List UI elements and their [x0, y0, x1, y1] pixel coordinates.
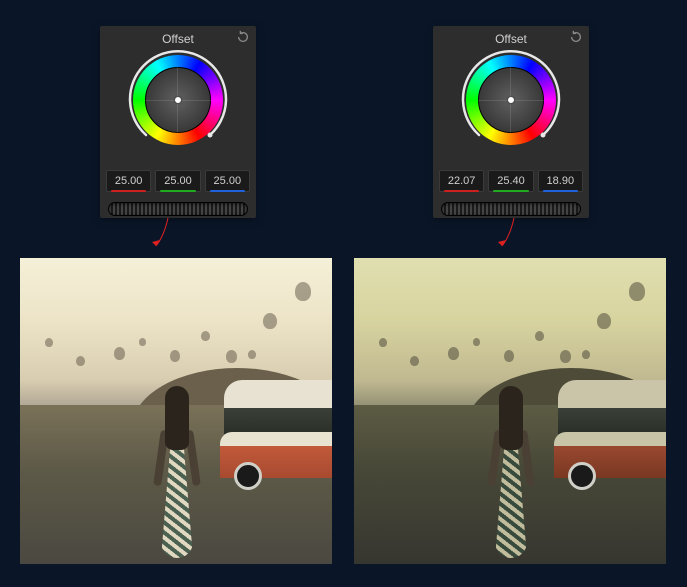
green-value: 25.00 [164, 175, 192, 187]
arrow-icon [138, 218, 178, 250]
green-value-input[interactable]: 25.00 [155, 170, 200, 192]
panel-title: Offset [162, 32, 194, 46]
red-value: 22.07 [448, 175, 476, 187]
red-value: 25.00 [115, 175, 143, 187]
preview-after [354, 258, 666, 564]
master-jog-wheel[interactable] [441, 202, 581, 216]
color-wheel-area [100, 48, 256, 170]
color-wheel[interactable] [456, 52, 566, 162]
arrow-icon [484, 218, 524, 250]
offset-panel-right: Offset 22.07 25.40 [433, 26, 589, 218]
wheel-indicator[interactable] [175, 97, 181, 103]
green-value: 25.40 [497, 175, 525, 187]
rgb-value-row: 22.07 25.40 18.90 [433, 170, 589, 192]
reset-icon[interactable] [569, 30, 583, 44]
blue-value-input[interactable]: 18.90 [538, 170, 583, 192]
red-value-input[interactable]: 25.00 [106, 170, 151, 192]
master-jog-wheel[interactable] [108, 202, 248, 216]
color-wheel-area [433, 48, 589, 170]
rgb-value-row: 25.00 25.00 25.00 [100, 170, 256, 192]
panel-header: Offset [433, 26, 589, 48]
blue-value: 18.90 [547, 175, 575, 187]
green-value-input[interactable]: 25.40 [488, 170, 533, 192]
reset-icon[interactable] [236, 30, 250, 44]
blue-value-input[interactable]: 25.00 [205, 170, 250, 192]
blue-value: 25.00 [214, 175, 242, 187]
wheel-indicator[interactable] [508, 97, 514, 103]
offset-panel-left: Offset 25.00 25.00 [100, 26, 256, 218]
preview-before [20, 258, 332, 564]
red-value-input[interactable]: 22.07 [439, 170, 484, 192]
color-wheel[interactable] [123, 52, 233, 162]
panel-header: Offset [100, 26, 256, 48]
panel-title: Offset [495, 32, 527, 46]
